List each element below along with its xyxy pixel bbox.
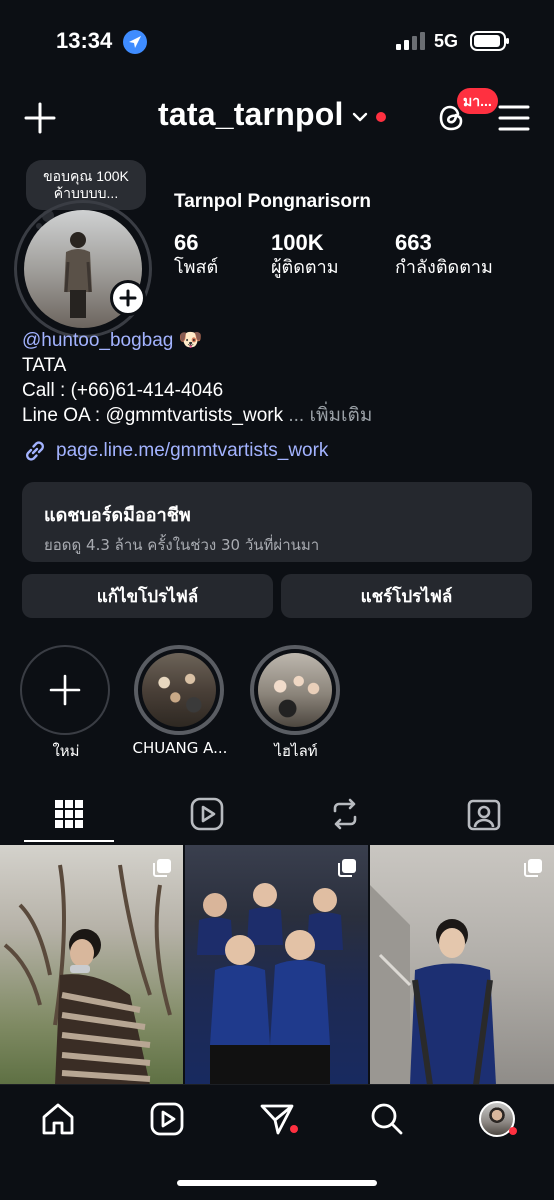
- reels-icon[interactable]: [149, 1101, 185, 1137]
- highlight-cover-image: [142, 653, 216, 727]
- post-grid: [0, 845, 554, 1085]
- reposts-icon[interactable]: [327, 796, 363, 832]
- note-line-1: ขอบคุณ 100K: [43, 168, 129, 184]
- notification-dot: [375, 111, 386, 122]
- reels-icon[interactable]: [189, 796, 225, 832]
- username: tata_tarnpol: [158, 96, 344, 132]
- location-arrow-icon: [123, 30, 147, 54]
- highlight-circle: [250, 645, 340, 735]
- highlight-main[interactable]: ไฮไลท์: [250, 645, 342, 760]
- bio-line: Call : (+66)61-414-4046: [22, 380, 224, 401]
- post-thumbnail[interactable]: [370, 845, 554, 1085]
- dashboard-title: แดชบอร์ดมืออาชีพ: [44, 505, 191, 526]
- stat-label: โพสต์: [174, 257, 219, 278]
- bio-line: TATA: [22, 355, 67, 376]
- highlight-circle: [134, 645, 224, 735]
- stat-value: 66: [174, 230, 199, 255]
- link-url: page.line.me/gmmtvartists_work: [56, 440, 329, 461]
- stat-value: 663: [395, 230, 432, 255]
- post-thumbnail[interactable]: [0, 845, 183, 1085]
- add-story-button[interactable]: [110, 280, 146, 316]
- signal-icon: [396, 32, 425, 50]
- avatar-person-image: [64, 232, 92, 318]
- bio-line: Line OA : @gmmtvartists_work: [22, 405, 284, 426]
- menu-hamburger-icon[interactable]: [498, 104, 530, 132]
- edit-profile-button[interactable]: แก้ไขโปรไฟล์: [22, 574, 273, 618]
- carousel-icon: [524, 859, 542, 877]
- link-icon: [26, 441, 44, 461]
- direct-message-icon[interactable]: [259, 1101, 295, 1137]
- share-profile-button[interactable]: แชร์โปรไฟล์: [281, 574, 532, 618]
- battery-icon: [470, 31, 509, 51]
- account-switcher[interactable]: tata_tarnpol: [158, 96, 386, 133]
- stat-following[interactable]: 663 กำลังติดตาม: [395, 230, 493, 280]
- active-tab-indicator: [24, 840, 114, 842]
- grid-icon[interactable]: [51, 796, 87, 832]
- stat-followers[interactable]: 100K ผู้ติดตาม: [271, 230, 339, 280]
- post-thumbnail[interactable]: [185, 845, 368, 1085]
- bio-more-link[interactable]: ... เพิ่มเติม: [288, 405, 372, 426]
- carousel-icon: [153, 859, 171, 877]
- highlight-circle: [20, 645, 110, 735]
- chevron-down-icon: [352, 112, 367, 121]
- profile-header: tata_tarnpol มา...: [0, 88, 554, 150]
- search-icon[interactable]: [369, 1101, 405, 1137]
- tagged-icon[interactable]: [466, 796, 502, 832]
- bio-external-link[interactable]: page.line.me/gmmtvartists_work: [22, 438, 328, 464]
- professional-dashboard[interactable]: แดชบอร์ดมืออาชีพ ยอดดู 4.3 ล้าน ครั้งในช…: [22, 482, 532, 562]
- dashboard-subtitle: ยอดดู 4.3 ล้าน ครั้งในช่วง 30 วันที่ผ่าน…: [44, 536, 320, 554]
- highlight-new[interactable]: ใหม่: [20, 645, 112, 760]
- post-image: [370, 885, 496, 1085]
- bio-mention-link[interactable]: @huntoo_bogbag: [22, 330, 173, 351]
- highlight-chuang[interactable]: CHUANG A...: [133, 645, 227, 757]
- threads-badge: มา...: [457, 88, 498, 114]
- status-bar: 13:34 5G: [0, 0, 554, 84]
- carousel-icon: [338, 859, 356, 877]
- plus-icon: [49, 674, 81, 706]
- post-image: [197, 883, 343, 1085]
- home-indicator: [177, 1180, 377, 1186]
- dog-emoji: 🐶: [178, 330, 203, 351]
- messages-notification-dot: [290, 1125, 298, 1133]
- profile-tabs: [0, 790, 554, 842]
- stat-value: 100K: [271, 230, 324, 255]
- profile-notification-dot: [509, 1127, 517, 1135]
- stat-posts[interactable]: 66 โพสต์: [174, 230, 218, 280]
- status-time: 13:34: [56, 28, 113, 53]
- post-image: [3, 864, 172, 1085]
- network-type: 5G: [434, 31, 459, 51]
- bio: @huntoo_bogbag 🐶 TATA Call : (+66)61-414…: [22, 328, 532, 428]
- highlight-cover-image: [258, 653, 332, 727]
- stat-label: กำลังติดตาม: [395, 257, 493, 278]
- plus-icon: [119, 289, 137, 307]
- stat-label: ผู้ติดตาม: [271, 257, 339, 278]
- create-plus-icon[interactable]: [22, 100, 58, 136]
- highlight-label: ไฮไลท์: [274, 742, 318, 760]
- full-name: Tarnpol Pongnarisorn: [174, 191, 372, 212]
- home-icon[interactable]: [40, 1101, 76, 1137]
